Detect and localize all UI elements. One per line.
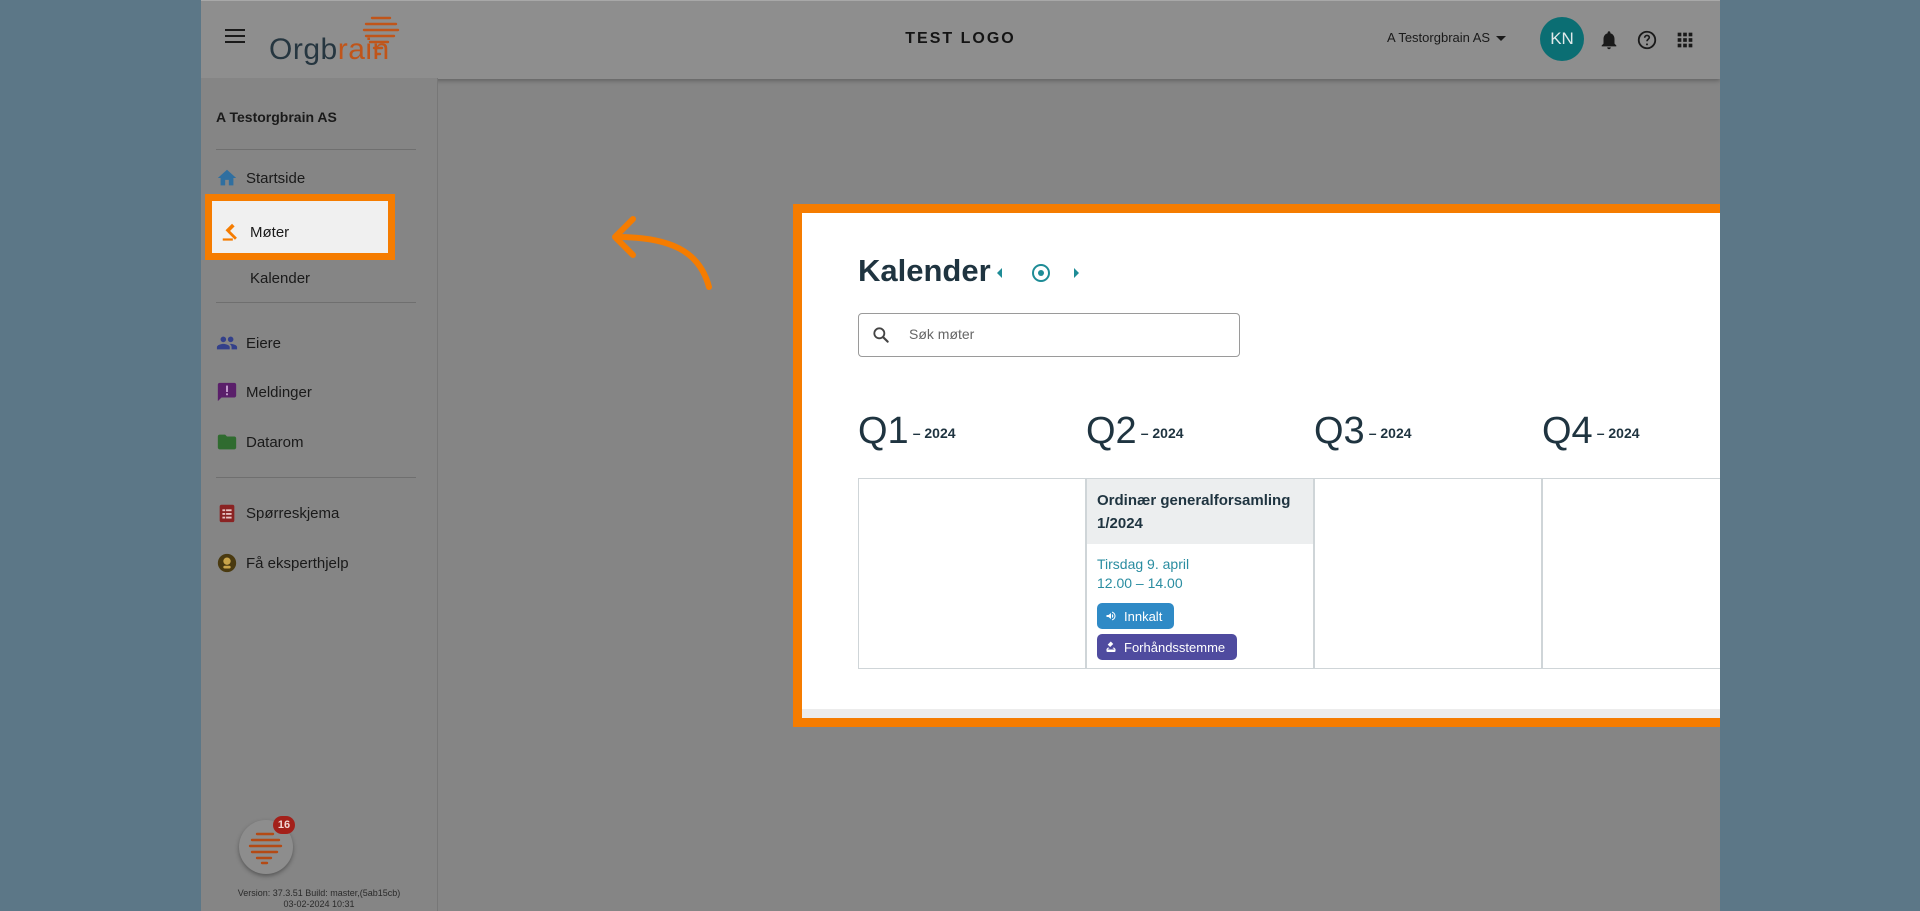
divider [216,477,416,478]
notification-badge: 16 [273,816,295,834]
sidebar-item-label: Startside [246,169,306,187]
sidebar-item-startside[interactable]: Startside [216,166,305,190]
divider [216,302,416,303]
next-arrow-icon[interactable] [1074,268,1079,278]
organization-switcher[interactable]: A Testorgbrain AS [1387,30,1507,45]
bell-icon[interactable] [1598,29,1620,51]
sidebar-subitem-kalender[interactable]: Kalender [250,270,310,287]
sidebar-item-datarom[interactable]: Datarom [216,430,304,454]
calendar-card: Kalender Q1– 2024 [802,213,1720,709]
version-text: Version: 37.3.51 Build: master,(5ab15cb) [237,888,401,898]
apps-grid-icon[interactable] [1674,29,1696,51]
quarter-year: – 2024 [1596,425,1640,441]
quarter-header-q4: Q4– 2024 [1542,410,1640,454]
quarter-column-q3 [1314,478,1542,669]
chevron-down-icon [1496,36,1507,42]
people-icon [216,336,238,350]
search-input[interactable] [907,325,1231,343]
organization-name: A Testorgbrain AS [1387,30,1491,45]
version-info: Version: 37.3.51 Build: master,(5ab15cb)… [201,888,437,910]
user-avatar[interactable]: KN [1540,17,1584,61]
home-icon [217,169,237,186]
status-badge-label: Innkalt [1124,608,1163,624]
quarter-header-q2: Q2– 2024 [1086,410,1184,454]
sidebar-company-name: A Testorgbrain AS [216,109,337,125]
event-date: Tirsdag 9. april [1097,556,1190,572]
event-title[interactable]: Ordinær generalforsamling 1/2024 [1087,479,1313,544]
top-header: Orgbrain TEST LOGO A Testorgbrain AS KN [201,0,1720,79]
sidebar-item-label: Datarom [246,433,304,451]
sidebar: A Testorgbrain AS Startside Møter Kalend… [201,78,438,911]
quarter-label: Q1 [858,410,909,452]
highlight-moter-box: Møter [205,194,395,260]
sidebar-item-label: Meldinger [246,383,312,401]
sidebar-item-eksperthjelp[interactable]: Få eksperthjelp [216,551,349,575]
main-content: Kalender Q1– 2024 [438,78,1720,911]
app-window: Orgbrain TEST LOGO A Testorgbrain AS KN [201,0,1720,911]
sidebar-item-moter[interactable]: Møter [220,221,289,243]
gavel-icon [222,223,237,241]
quarter-header-q3: Q3– 2024 [1314,410,1412,454]
help-icon[interactable] [1636,29,1658,51]
sidebar-item-label: Spørreskjema [246,504,340,522]
today-target-icon[interactable] [1030,262,1052,284]
previous-arrow-icon[interactable] [997,268,1002,278]
quarter-year: – 2024 [912,425,956,441]
quarter-year: – 2024 [1140,425,1184,441]
search-field[interactable] [858,313,1240,357]
quarter-column-q1 [858,478,1086,669]
quarter-label: Q2 [1086,410,1137,452]
sidebar-item-eiere[interactable]: Eiere [216,331,281,355]
event-time: 12.00 – 14.00 [1097,575,1183,591]
clipboard-list-icon [219,504,235,523]
quarter-column-q4 [1542,478,1720,669]
divider [216,149,416,150]
build-date-text: 03-02-2024 10:31 [283,899,355,909]
sidebar-item-meldinger[interactable]: Meldinger [216,380,312,404]
quarter-label: Q4 [1542,410,1593,452]
quarter-year: – 2024 [1368,425,1412,441]
status-badge-label: Forhåndsstemme [1124,639,1226,655]
search-icon [873,327,889,343]
expert-help-icon [217,553,237,573]
annotation-arrow-icon [612,216,712,290]
highlight-calendar-box: Kalender Q1– 2024 [793,204,1720,727]
quarter-column-q2: Ordinær generalforsamling 1/2024 Tirsdag… [1086,478,1314,669]
page-title: Kalender [858,253,991,288]
vote-icon [1106,641,1116,652]
sidebar-item-sporreskjema[interactable]: Spørreskjema [216,501,339,525]
folder-icon [217,434,237,450]
status-badge-innkalt[interactable]: Innkalt [1097,603,1175,629]
sidebar-item-label: Få eksperthjelp [246,554,349,572]
event-datetime: Tirsdag 9. april 12.00 – 14.00 [1097,555,1189,593]
quarter-label: Q3 [1314,410,1365,452]
sidebar-item-label: Møter [250,223,290,241]
status-badge-forhandsstemme[interactable]: Forhåndsstemme [1097,634,1238,660]
message-alert-icon [217,382,237,402]
megaphone-icon [1106,611,1116,621]
sidebar-item-label: Eiere [246,334,282,352]
quarter-header-q1: Q1– 2024 [858,410,956,454]
